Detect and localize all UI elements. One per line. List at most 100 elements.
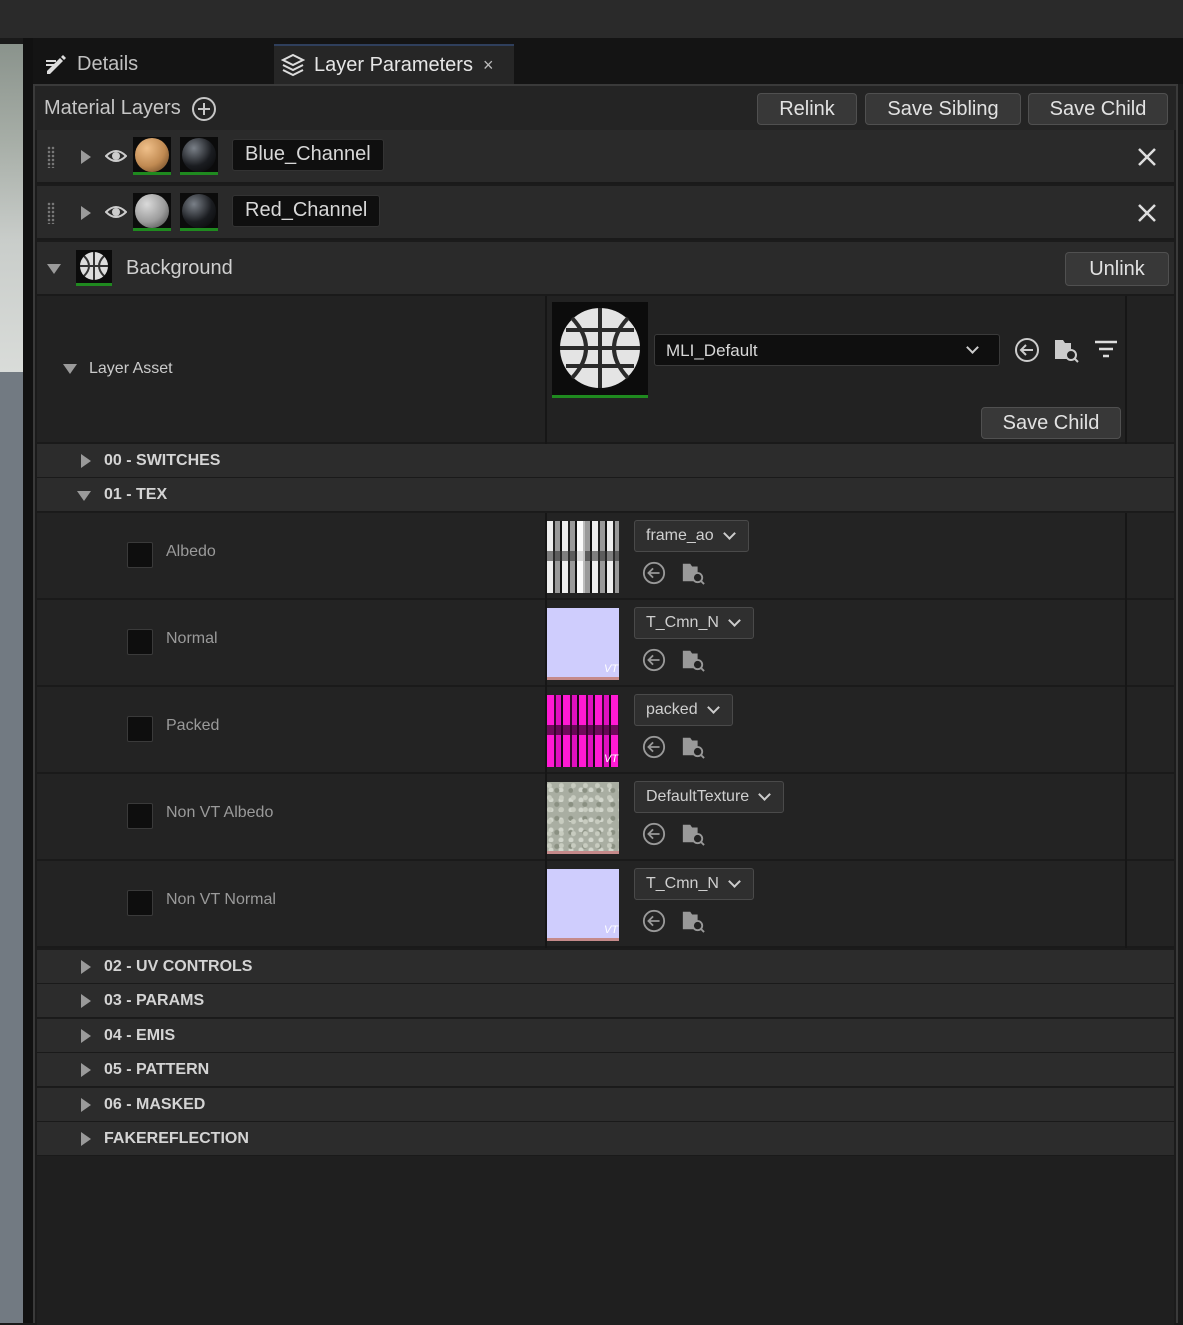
layer-thumbnail[interactable] xyxy=(133,193,171,231)
close-icon[interactable] xyxy=(1136,146,1158,168)
cage-sphere-icon xyxy=(560,308,640,388)
layer-name[interactable]: Red_Channel xyxy=(232,195,381,227)
browse-folder-icon[interactable] xyxy=(681,735,705,759)
expand-arrow-icon[interactable] xyxy=(81,150,91,164)
background-label: Background xyxy=(126,257,233,279)
category-fakereflection[interactable]: FAKEREFLECTION xyxy=(37,1122,1174,1156)
texture-label: Albedo xyxy=(166,543,216,560)
category-params[interactable]: 03 - PARAMS xyxy=(37,984,1174,1018)
relink-button[interactable]: Relink xyxy=(757,93,857,125)
category-masked[interactable]: 06 - MASKED xyxy=(37,1088,1174,1122)
expand-arrow-icon[interactable] xyxy=(81,994,91,1008)
reset-arrow-icon[interactable] xyxy=(642,909,666,933)
texture-value: DefaultTexture xyxy=(646,788,750,805)
layer-thumbnail[interactable] xyxy=(133,137,171,175)
expand-arrow-icon[interactable] xyxy=(81,454,91,468)
override-checkbox[interactable] xyxy=(127,716,153,742)
filter-icon[interactable] xyxy=(1093,337,1119,363)
texture-thumbnail[interactable]: VT xyxy=(547,869,619,941)
reset-arrow-icon[interactable] xyxy=(642,561,666,585)
category-label: 01 - TEX xyxy=(104,486,168,503)
texture-row-non-vt-albedo: Non VT Albedo DefaultTexture xyxy=(37,774,1174,861)
category-label: 05 - PATTERN xyxy=(104,1061,210,1078)
expand-arrow-icon[interactable] xyxy=(81,1098,91,1112)
texture-dropdown[interactable]: packed xyxy=(634,694,733,726)
category-label: 00 - SWITCHES xyxy=(104,452,221,469)
divider xyxy=(23,38,33,1323)
tab-details-label: Details xyxy=(77,52,139,75)
sphere-preview xyxy=(182,138,216,172)
blend-thumbnail[interactable] xyxy=(180,137,218,175)
drag-handle-icon[interactable] xyxy=(47,146,55,168)
tab-details[interactable]: Details xyxy=(37,44,273,84)
reset-arrow-icon[interactable] xyxy=(1014,337,1040,363)
texture-dropdown[interactable]: frame_ao xyxy=(634,520,749,552)
close-icon[interactable] xyxy=(1136,202,1158,224)
tab-layer-parameters[interactable]: Layer Parameters × xyxy=(274,44,514,84)
browse-folder-icon[interactable] xyxy=(681,561,705,585)
category-uv-controls[interactable]: 02 - UV CONTROLS xyxy=(37,950,1174,984)
texture-dropdown[interactable]: DefaultTexture xyxy=(634,781,785,813)
browse-folder-icon[interactable] xyxy=(681,909,705,933)
blend-thumbnail[interactable] xyxy=(180,193,218,231)
override-checkbox[interactable] xyxy=(127,542,153,568)
eye-icon[interactable] xyxy=(104,147,128,165)
texture-value: frame_ao xyxy=(646,527,714,544)
expand-arrow-icon[interactable] xyxy=(81,1029,91,1043)
texture-thumbnail[interactable] xyxy=(547,521,619,593)
texture-row-albedo: Albedo frame_ao xyxy=(37,513,1174,600)
save-child-button[interactable]: Save Child xyxy=(1028,93,1168,125)
asset-thumbnail[interactable] xyxy=(552,302,648,398)
texture-thumbnail[interactable]: VT xyxy=(547,695,619,767)
close-tab-icon[interactable]: × xyxy=(483,55,494,76)
layer-name[interactable]: Blue_Channel xyxy=(232,139,384,171)
eye-icon[interactable] xyxy=(104,203,128,221)
category-switches[interactable]: 00 - SWITCHES xyxy=(37,444,1174,478)
expand-arrow-icon[interactable] xyxy=(81,960,91,974)
save-child-asset-button[interactable]: Save Child xyxy=(981,407,1121,439)
title-bar xyxy=(0,0,1183,38)
collapse-arrow-icon[interactable] xyxy=(47,264,61,274)
column-divider xyxy=(1125,513,1127,600)
expand-arrow-icon[interactable] xyxy=(81,206,91,220)
override-checkbox[interactable] xyxy=(127,803,153,829)
texture-thumbnail[interactable]: VT xyxy=(547,608,619,680)
expand-arrow-icon[interactable] xyxy=(81,1063,91,1077)
column-divider xyxy=(545,296,547,444)
reset-arrow-icon[interactable] xyxy=(642,822,666,846)
category-label: 04 - EMIS xyxy=(104,1027,176,1044)
browse-folder-icon[interactable] xyxy=(681,648,705,672)
vt-badge: VT xyxy=(603,753,618,765)
background-thumbnail[interactable] xyxy=(76,250,112,286)
collapse-arrow-icon[interactable] xyxy=(63,364,77,374)
plus-circle-icon[interactable] xyxy=(192,97,216,121)
texture-value: T_Cmn_N xyxy=(646,875,719,892)
texture-thumbnail[interactable] xyxy=(547,782,619,854)
expand-arrow-icon[interactable] xyxy=(81,1132,91,1146)
override-checkbox[interactable] xyxy=(127,629,153,655)
category-emis[interactable]: 04 - EMIS xyxy=(37,1019,1174,1053)
reset-arrow-icon[interactable] xyxy=(642,648,666,672)
unlink-button[interactable]: Unlink xyxy=(1065,252,1169,286)
collapse-arrow-icon[interactable] xyxy=(77,491,91,501)
layer-row-red-channel[interactable]: Red_Channel xyxy=(37,186,1174,240)
texture-pattern xyxy=(577,521,585,593)
save-sibling-button[interactable]: Save Sibling xyxy=(865,93,1021,125)
browse-folder-icon[interactable] xyxy=(681,822,705,846)
category-tex[interactable]: 01 - TEX xyxy=(37,478,1174,512)
layer-asset-row: Layer Asset MLI_Default Save Child xyxy=(37,296,1174,444)
browse-folder-icon[interactable] xyxy=(1053,337,1079,363)
texture-dropdown[interactable]: T_Cmn_N xyxy=(634,607,754,639)
texture-row-normal: Normal VT T_Cmn_N xyxy=(37,600,1174,687)
layer-row-background[interactable]: Background Unlink xyxy=(37,242,1174,296)
override-checkbox[interactable] xyxy=(127,890,153,916)
layer-row-blue-channel[interactable]: Blue_Channel xyxy=(37,130,1174,184)
reset-arrow-icon[interactable] xyxy=(642,735,666,759)
column-divider xyxy=(1125,774,1127,861)
texture-label: Non VT Albedo xyxy=(166,804,274,821)
texture-dropdown[interactable]: T_Cmn_N xyxy=(634,868,754,900)
category-pattern[interactable]: 05 - PATTERN xyxy=(37,1053,1174,1087)
drag-handle-icon[interactable] xyxy=(47,202,55,224)
layer-parameters-panel: Material Layers Relink Save Sibling Save… xyxy=(33,84,1178,1325)
asset-dropdown[interactable]: MLI_Default xyxy=(654,334,1000,366)
